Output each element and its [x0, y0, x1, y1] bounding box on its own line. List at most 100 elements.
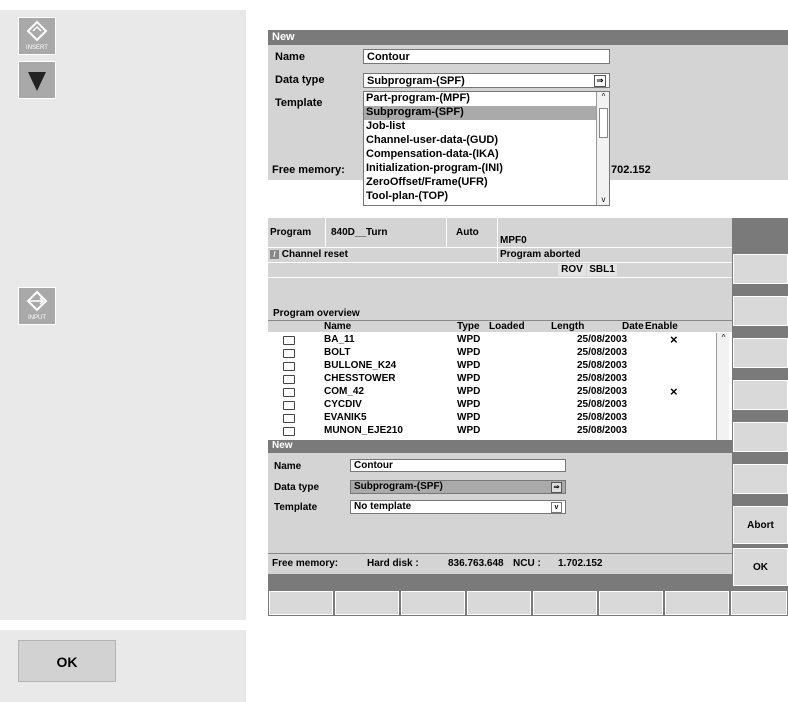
footer-band [268, 574, 788, 590]
col-length: Length [551, 321, 585, 332]
system-label: 840D__Turn [331, 227, 388, 238]
datatype-option[interactable]: Tool-plan-(TOP) [364, 190, 596, 204]
status-divider-3 [497, 218, 498, 264]
status-divider-2 [446, 218, 447, 248]
datatype-option[interactable]: Subprogram-(SPF) [364, 106, 596, 120]
vsk-1[interactable] [733, 254, 788, 284]
cell-date: 25/08/2003 [577, 399, 628, 410]
bottom-template-select[interactable]: No template v [350, 500, 566, 514]
program-overview: Program overview Name Type Loaded Length… [268, 302, 732, 440]
cell-name: MUNON_EJE210 [324, 425, 403, 436]
scrollbar[interactable]: ^ v [596, 92, 609, 205]
abort-label: Abort [747, 520, 774, 531]
table-row[interactable]: BULLONE_K24 WPD 25/08/2003 [268, 360, 716, 372]
vsk-4[interactable] [733, 380, 788, 410]
cell-type: WPD [457, 373, 481, 384]
table-row[interactable]: BA_11 WPD 25/08/2003 × [268, 334, 716, 347]
bottom-datatype-value: Subprogram-(SPF) [354, 481, 443, 492]
input-icon [26, 290, 48, 312]
hsk-2[interactable] [335, 591, 399, 615]
cell-date: 25/08/2003 [577, 386, 628, 397]
datatype-select[interactable]: Subprogram-(SPF) ⇒ [363, 73, 610, 88]
datatype-option[interactable]: Channel-user-data-(GUD) [364, 134, 596, 148]
datatype-option[interactable]: Compensation-data-(IKA) [364, 148, 596, 162]
overview-scroll-up-icon[interactable]: ^ [717, 333, 730, 343]
scroll-thumb[interactable] [599, 108, 608, 138]
sbl-indicator: SBL1 [587, 264, 617, 276]
table-row[interactable]: CHESSTOWER WPD 25/08/2003 [268, 373, 716, 385]
datatype-option[interactable]: ZeroOffset/Frame(UFR) [364, 176, 596, 190]
folder-icon [283, 427, 295, 436]
name-label: Name [275, 51, 305, 63]
folder-icon [283, 349, 295, 358]
col-name: Name [324, 321, 352, 332]
table-row[interactable]: BOLT WPD 25/08/2003 [268, 347, 716, 359]
datatype-dropdown-list: Part-program-(MPF) Subprogram-(SPF) Job-li… [363, 91, 610, 206]
col-loaded: Loaded [489, 321, 525, 332]
memory-divider [268, 553, 732, 554]
bottom-dropdown-toggle-icon[interactable]: ⇒ [551, 482, 562, 493]
hsk-1[interactable] [269, 591, 333, 615]
cell-type: WPD [457, 425, 481, 436]
input-key[interactable]: INPUT [18, 287, 56, 325]
table-row[interactable]: MUNON_EJE210 WPD 25/08/2003 [268, 425, 716, 437]
ok-key-label: OK [56, 654, 78, 670]
datatype-option[interactable]: Job-list [364, 120, 596, 134]
down-key[interactable] [18, 61, 56, 99]
cell-enable: × [670, 384, 678, 399]
folder-icon [283, 388, 295, 397]
cell-name: BA_11 [324, 334, 355, 345]
overview-scrollbar[interactable]: ^ [716, 333, 729, 440]
insert-label: INSERT [26, 45, 48, 51]
table-row[interactable]: COM_42 WPD 25/08/2003 × [268, 384, 716, 399]
vsk-5[interactable] [733, 422, 788, 452]
bottom-name-field[interactable]: Contour [350, 459, 566, 472]
ok-softkey[interactable]: OK [733, 548, 788, 586]
cell-type: WPD [457, 412, 481, 423]
vsk-6[interactable] [733, 464, 788, 494]
bottom-template-chevron-icon[interactable]: v [551, 502, 562, 513]
table-row[interactable]: EVANIK5 WPD 25/08/2003 [268, 412, 716, 424]
hsk-3[interactable] [401, 591, 465, 615]
cell-date: 25/08/2003 [577, 334, 628, 345]
folder-icon [283, 414, 295, 423]
datatype-label: Data type [275, 74, 325, 86]
ok-key[interactable]: OK [18, 640, 116, 682]
scroll-down-icon[interactable]: v [597, 195, 610, 205]
cell-name: EVANIK5 [324, 412, 367, 423]
insert-icon [26, 20, 48, 42]
bottom-datatype-select[interactable]: Subprogram-(SPF) ⇒ [350, 480, 566, 494]
datatype-value: Subprogram-(SPF) [367, 75, 465, 87]
vsk-2[interactable] [733, 296, 788, 326]
dropdown-toggle-icon[interactable]: ⇒ [594, 75, 606, 87]
name-field[interactable]: Contour [363, 49, 610, 64]
hard-disk-label: Hard disk : [367, 558, 419, 569]
cell-type: WPD [457, 399, 481, 410]
cell-enable: × [670, 334, 678, 347]
col-type: Type [457, 321, 480, 332]
hsk-8[interactable] [731, 591, 787, 615]
status-divider-1 [325, 218, 326, 248]
insert-key[interactable]: INSERT [18, 17, 56, 55]
hsk-5[interactable] [533, 591, 597, 615]
datatype-option[interactable]: Part-program-(MPF) [364, 92, 596, 106]
status-line-2 [268, 262, 732, 263]
bottom-name-label: Name [274, 461, 302, 472]
folder-icon [283, 401, 295, 410]
mode-label: Auto [456, 227, 479, 238]
new-dialog-bottom: New Name Contour Data type Subprogram-(S… [268, 440, 732, 574]
hsk-4[interactable] [467, 591, 531, 615]
hsk-7[interactable] [665, 591, 729, 615]
option-list: Part-program-(MPF) Subprogram-(SPF) Job-li… [364, 92, 596, 205]
horizontal-softkey-bar [268, 590, 788, 616]
free-memory-label: Free memory: [272, 164, 345, 176]
scroll-up-icon[interactable]: ^ [597, 92, 610, 102]
hsk-6[interactable] [599, 591, 663, 615]
datatype-option[interactable]: Initialization-program-(INI) [364, 162, 596, 176]
vsk-3[interactable] [733, 338, 788, 368]
channel-state: / Channel reset [270, 249, 348, 260]
cell-name: BULLONE_K24 [324, 360, 397, 371]
status-line [268, 247, 732, 248]
abort-softkey[interactable]: Abort [733, 506, 788, 544]
table-row[interactable]: CYCDIV WPD 25/08/2003 [268, 399, 716, 411]
